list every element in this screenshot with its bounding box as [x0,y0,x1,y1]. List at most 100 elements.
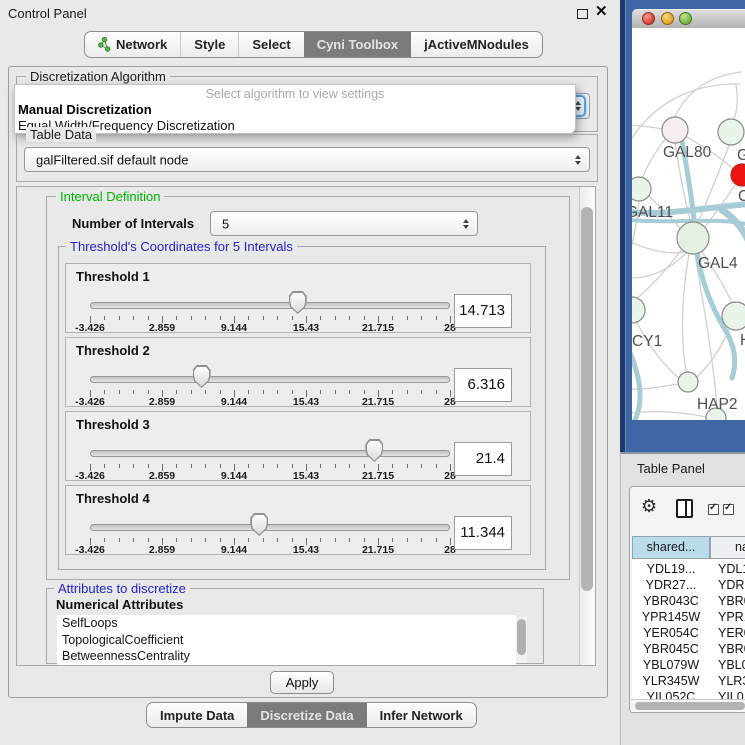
cell-name: YER0 [718,626,745,640]
slider-tick [277,390,278,394]
network-node-c[interactable] [731,164,745,186]
table-row[interactable]: YBR043CYBR0 [632,594,745,610]
slider-thumb[interactable] [193,365,211,388]
slider-thumb[interactable] [289,291,307,314]
table-row[interactable]: YLR345WYLR3 [632,674,745,690]
chevron-updown-icon [575,155,581,165]
slider-tick [104,464,105,468]
panel-title: Control Panel [8,6,87,21]
minimize-traffic-light-icon[interactable] [661,12,674,25]
threshold-value-field[interactable]: 14.713 [454,294,512,328]
slider-tick [292,316,293,320]
slider-tick [349,390,350,394]
cell-shared-name: YBL079W [632,658,710,672]
cell-shared-name: YDL19... [632,562,710,576]
horizontal-scrollbar-thumb[interactable] [635,702,745,710]
attributes-list-scrollbar-thumb[interactable] [517,619,526,655]
tab-impute-data[interactable]: Impute Data [147,703,247,727]
network-node-gal4[interactable] [677,222,709,254]
tab-cyni-toolbox[interactable]: Cyni Toolbox [304,32,411,57]
attribute-list-item[interactable]: SelfLoops [57,615,516,632]
table-row[interactable]: YBL079WYBL0 [632,658,745,674]
table-row[interactable]: YBR045CYBR0 [632,642,745,658]
slider-tick [104,316,105,320]
slider-scale-label: 2.859 [136,544,188,556]
network-node-g[interactable] [718,119,744,145]
cell-name: YBR0 [718,594,745,608]
tab-jactivemnodules[interactable]: jActiveMNodules [411,32,542,57]
slider-track[interactable] [90,302,450,309]
threshold-value-field[interactable]: 21.4 [454,442,512,476]
panel-splitter[interactable] [620,0,626,456]
tab-style[interactable]: Style [180,32,238,57]
slider-tick [277,538,278,542]
slider-tick [392,390,393,394]
table-row[interactable]: YER054CYER0 [632,626,745,642]
table-row[interactable]: YDL19...YDL1 [632,562,745,578]
zoom-traffic-light-icon[interactable] [679,12,692,25]
table-row[interactable]: YDR27...YDR2 [632,578,745,594]
network-node-gcy1[interactable] [632,297,645,323]
tab-discretize-data[interactable]: Discretize Data [247,703,366,727]
column-header-name[interactable]: na [710,536,745,559]
gear-icon[interactable]: ⚙ [641,496,657,517]
slider-scale-label: 9.144 [208,544,260,556]
slider-tick [349,316,350,320]
attribute-list-item[interactable]: TopologicalCoefficient [57,632,516,649]
interval-definition-group-title: Interval Definition [56,189,164,204]
network-node-gal80[interactable] [662,117,688,143]
tab-select[interactable]: Select [238,32,303,57]
threshold-label: Threshold 2 [76,343,150,358]
slider-tick [320,464,321,468]
network-node-hap2[interactable] [678,372,698,392]
slider-track[interactable] [90,524,450,531]
attributes-list-scrollbar[interactable] [516,617,527,663]
columns-icon[interactable] [676,499,693,518]
slider-scale-label: -3.426 [64,322,116,334]
slider-tick [248,390,249,394]
tab-network-label: Network [116,37,167,52]
table-body: YDL19...YDL1YDR27...YDR2YBR043CYBR0YPR14… [632,559,745,699]
slider-track[interactable] [90,450,450,457]
slider-tick [263,538,264,542]
slider-tick [205,464,206,468]
slider-scale-label: 21.715 [352,322,404,334]
vertical-scrollbar-thumb[interactable] [581,207,593,591]
threshold-panel-1: Threshold 1-3.4262.8599.14415.4321.71528… [65,263,531,333]
network-node-gal11[interactable] [632,177,651,201]
threshold-value-field[interactable]: 6.316 [454,368,512,402]
slider-tick [191,316,192,320]
attributes-group-title: Attributes to discretize [54,581,190,596]
slider-tick [364,316,365,320]
float-window-icon[interactable] [577,9,588,19]
apply-button[interactable]: Apply [270,671,334,694]
dropdown-placeholder-option[interactable]: Select algorithm to view settings [15,87,575,101]
network-canvas[interactable]: GAL80GCGAL11GAL4GCY1HHAP2 [632,28,745,420]
tab-infer-network[interactable]: Infer Network [367,703,476,727]
numerical-attributes-list: SelfLoopsTopologicalCoefficientBetweenne… [57,615,516,665]
slider-tick [335,390,336,394]
table-data-combobox[interactable]: galFiltered.sif default node [24,147,590,172]
slider-tick [133,538,134,542]
checkbox-icon[interactable] [723,504,734,515]
slider-track[interactable] [90,376,450,383]
threshold-value-field[interactable]: 11.344 [454,516,512,550]
network-node-h[interactable] [722,302,745,330]
slider-thumb[interactable] [250,513,268,536]
checkbox-icon[interactable] [708,504,719,515]
tab-network[interactable]: Network [85,32,180,57]
dropdown-option-manual-discretization[interactable]: Manual Discretization [18,102,152,117]
cell-name: YLR3 [718,674,745,688]
slider-tick [148,538,149,542]
table-row[interactable]: YPR145WYPR1 [632,610,745,626]
attribute-list-item[interactable]: BetweennessCentrality [57,648,516,665]
column-header-shared-name[interactable]: shared... [632,536,710,559]
slider-scale-label: 9.144 [208,470,260,482]
close-traffic-light-icon[interactable] [642,12,655,25]
table-row[interactable]: YIL052CYIL0 [632,690,745,699]
slider-tick [407,464,408,468]
close-icon[interactable]: ✕ [595,2,608,20]
number-of-intervals-spinner[interactable]: 5 [210,211,478,236]
slider-scale-label: 15.43 [280,470,332,482]
slider-thumb[interactable] [365,439,383,462]
